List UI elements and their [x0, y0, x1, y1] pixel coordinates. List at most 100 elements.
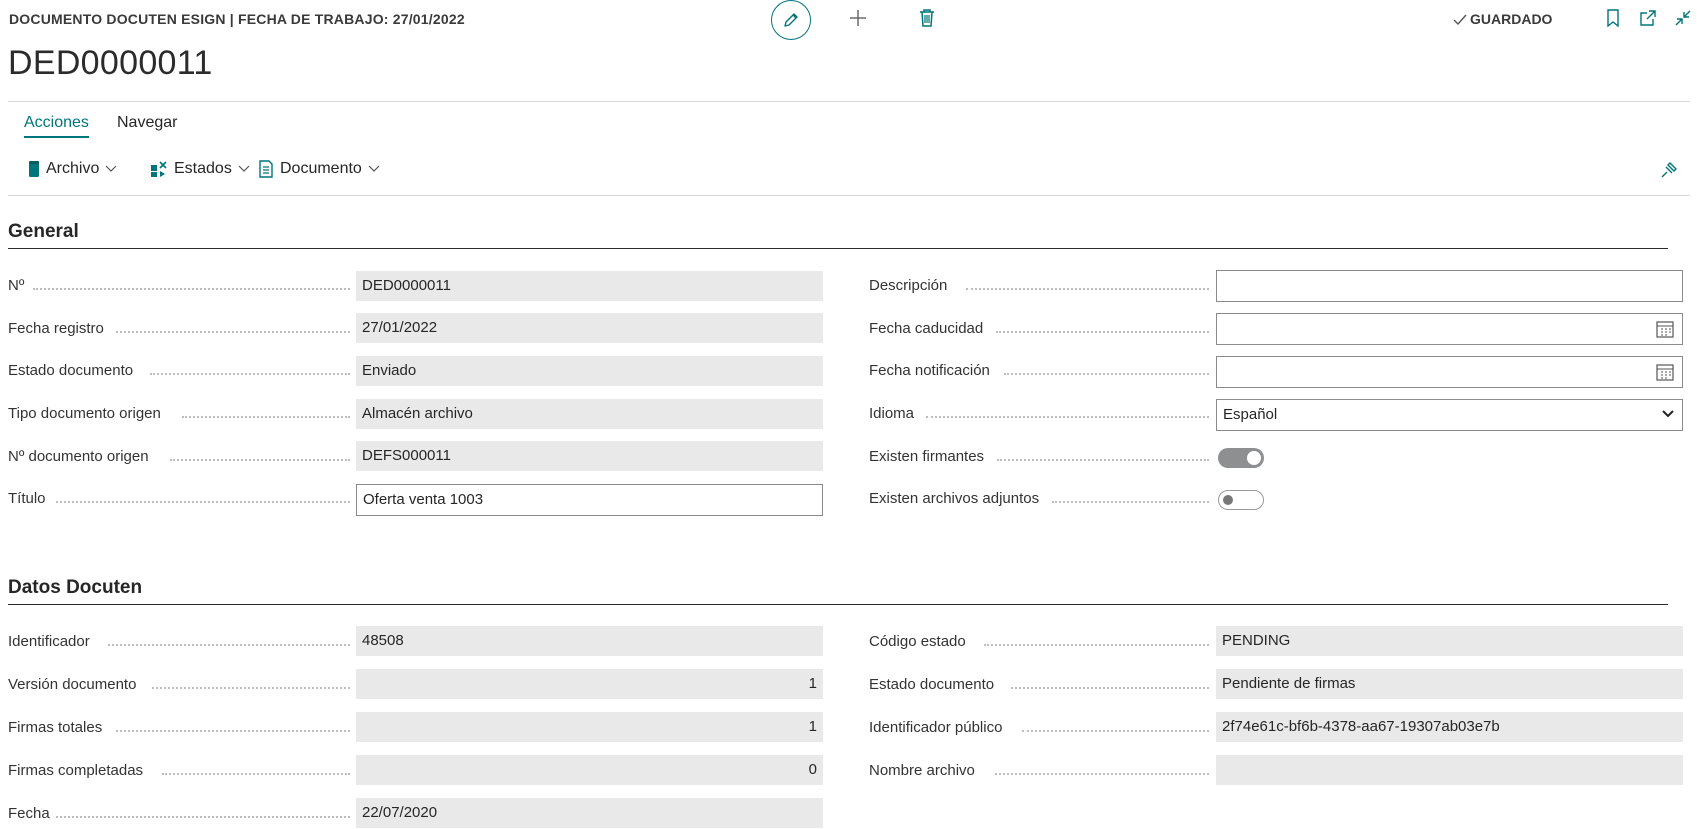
field-label-fecha: Fecha	[8, 805, 50, 822]
open-new-window-button[interactable]	[1636, 6, 1660, 30]
leader-dots	[1011, 687, 1209, 689]
record-title: DED0000011	[8, 44, 213, 82]
leader-dots	[116, 730, 350, 732]
bookmark-button[interactable]	[1601, 6, 1625, 30]
section-title-datos-docuten: Datos Docuten	[8, 577, 143, 598]
divider	[8, 101, 1690, 102]
section-title-general: General	[8, 221, 79, 242]
field-label-titulo: Título	[8, 490, 46, 507]
collapse-icon	[1675, 10, 1691, 26]
pin-button[interactable]	[1660, 161, 1678, 184]
field-value-estado-documento-docuten: Pendiente de firmas	[1216, 669, 1683, 699]
leader-dots	[1022, 730, 1209, 732]
leader-dots	[170, 459, 350, 461]
saved-status: GUARDADO	[1453, 11, 1552, 27]
states-icon	[150, 160, 168, 178]
existen-archivos-adjuntos-toggle[interactable]	[1218, 490, 1264, 510]
archivo-label: Archivo	[46, 160, 100, 177]
field-label-fecha-registro: Fecha registro	[8, 320, 104, 337]
top-bar: DOCUMENTO DOCUTEN ESIGN | FECHA DE TRABA…	[9, 0, 1699, 40]
delete-button[interactable]	[915, 6, 939, 30]
chevron-down-icon	[368, 165, 380, 172]
leader-dots	[108, 644, 350, 646]
chevron-down-icon	[105, 165, 117, 172]
toggle-knob	[1223, 495, 1233, 505]
leader-dots	[996, 331, 1209, 333]
leader-dots	[984, 644, 1209, 646]
field-value-nombre-archivo	[1216, 755, 1683, 785]
estados-label: Estados	[174, 160, 232, 177]
field-label-estado-documento: Estado documento	[8, 362, 134, 379]
field-value-codigo-estado: PENDING	[1216, 626, 1683, 656]
leader-dots	[1052, 501, 1209, 503]
page-caption: DOCUMENTO DOCUTEN ESIGN | FECHA DE TRABA…	[9, 11, 465, 27]
new-button[interactable]	[846, 6, 870, 30]
open-in-new-window-icon	[1640, 10, 1656, 26]
leader-dots	[116, 331, 350, 333]
document-icon	[258, 160, 274, 178]
leader-dots	[182, 416, 350, 418]
tab-acciones[interactable]: Acciones	[24, 114, 89, 138]
plus-icon	[850, 10, 866, 26]
leader-dots	[995, 773, 1209, 775]
leader-dots	[162, 773, 350, 775]
field-label-no: Nº	[8, 277, 25, 294]
divider	[8, 195, 1690, 196]
field-label-existen-firmantes: Existen firmantes	[869, 448, 985, 465]
pin-icon	[1661, 162, 1677, 178]
section-underline	[8, 604, 1668, 605]
saved-label: GUARDADO	[1470, 11, 1553, 27]
field-value-identificador-publico: 2f74e61c-bf6b-4378-aa67-19307ab03e7b	[1216, 712, 1683, 742]
leader-dots	[150, 373, 350, 375]
documento-label: Documento	[280, 160, 362, 177]
field-label-firmas-totales: Firmas totales	[8, 719, 103, 736]
tab-navegar[interactable]: Navegar	[117, 114, 177, 132]
field-label-codigo-estado: Código estado	[869, 633, 966, 650]
field-label-tipo-documento-origen: Tipo documento origen	[8, 405, 161, 422]
field-label-fecha-notificacion: Fecha notificación	[869, 362, 990, 379]
field-label-identificador-publico: Identificador público	[869, 719, 1003, 736]
field-value-fecha-registro: 27/01/2022	[356, 313, 823, 343]
calendar-icon[interactable]	[1656, 320, 1674, 338]
descripcion-input[interactable]	[1216, 270, 1683, 302]
leader-dots	[56, 501, 350, 503]
estados-menu-button[interactable]: Estados	[150, 160, 250, 178]
field-value-firmas-totales: 1	[356, 712, 823, 742]
field-value-tipo-documento-origen: Almacén archivo	[356, 399, 823, 429]
fecha-caducidad-input[interactable]	[1216, 313, 1683, 345]
idioma-selected-value: Español	[1223, 406, 1278, 423]
leader-dots	[56, 816, 350, 818]
archivo-menu-button[interactable]: Archivo	[28, 160, 117, 178]
field-value-estado-documento: Enviado	[356, 356, 823, 386]
edit-button[interactable]	[771, 0, 811, 40]
field-label-no-documento-origen: Nº documento origen	[8, 448, 149, 465]
field-value-no: DED0000011	[356, 271, 823, 301]
leader-dots	[33, 288, 350, 290]
leader-dots	[966, 288, 1209, 290]
leader-dots	[1004, 373, 1209, 375]
pencil-icon	[784, 13, 798, 27]
chevron-down-icon	[238, 165, 250, 172]
archive-icon	[28, 160, 40, 178]
field-value-firmas-completadas: 0	[356, 755, 823, 785]
leader-dots	[152, 687, 350, 689]
chevron-down-icon	[1662, 410, 1674, 418]
calendar-icon[interactable]	[1656, 363, 1674, 381]
field-label-existen-archivos-adjuntos: Existen archivos adjuntos	[869, 490, 1040, 507]
existen-firmantes-toggle[interactable]	[1218, 448, 1264, 468]
leader-dots	[997, 459, 1209, 461]
field-label-idioma: Idioma	[869, 405, 915, 422]
check-icon	[1453, 14, 1467, 26]
field-label-estado-documento-docuten: Estado documento	[869, 676, 995, 693]
fecha-notificacion-input[interactable]	[1216, 356, 1683, 388]
documento-menu-button[interactable]: Documento	[258, 160, 380, 178]
collapse-button[interactable]	[1671, 6, 1695, 30]
idioma-select[interactable]: Español	[1216, 399, 1683, 431]
bookmark-icon	[1607, 9, 1619, 27]
toggle-knob	[1247, 451, 1261, 465]
leader-dots	[926, 416, 1209, 418]
field-label-version-documento: Versión documento	[8, 676, 137, 693]
field-label-descripcion: Descripción	[869, 277, 948, 294]
section-underline	[8, 248, 1668, 249]
titulo-input[interactable]: Oferta venta 1003	[356, 484, 823, 516]
